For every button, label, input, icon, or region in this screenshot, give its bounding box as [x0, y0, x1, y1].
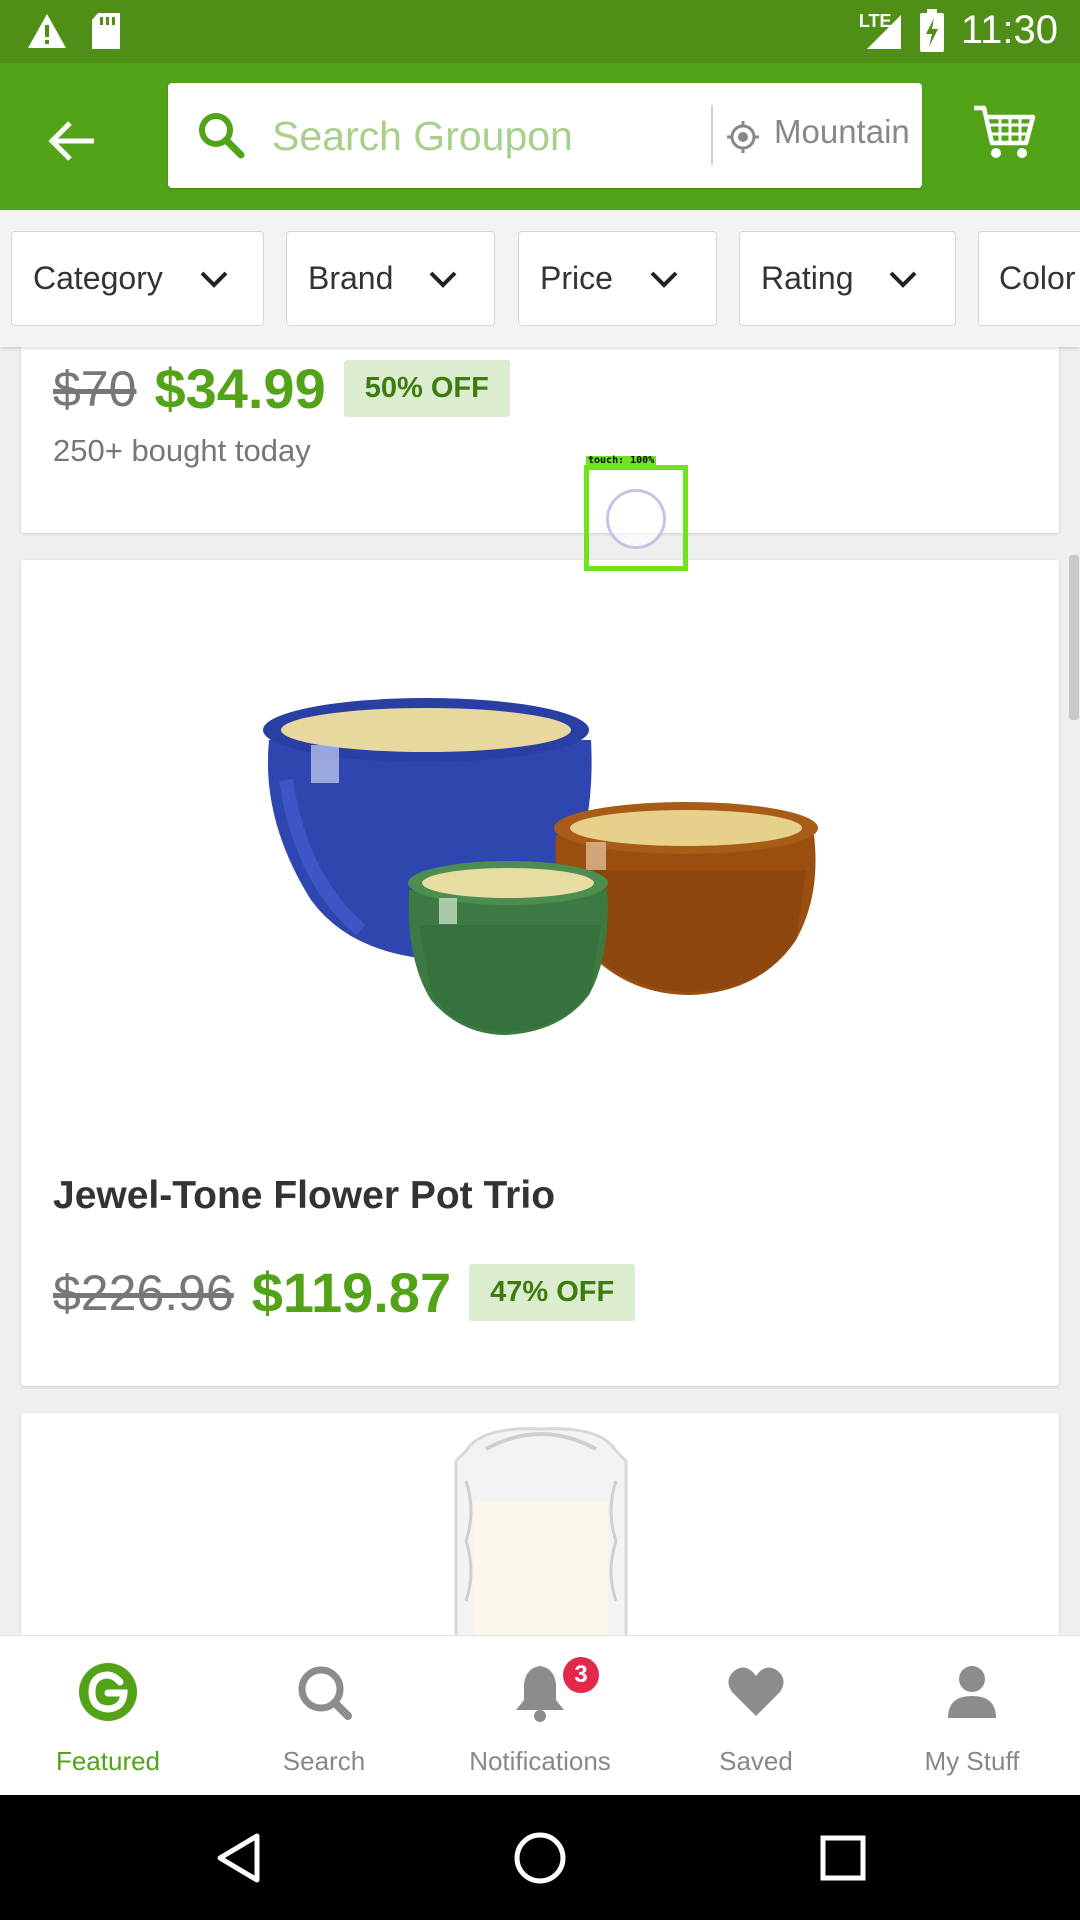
touch-point [606, 489, 666, 549]
cart-button[interactable] [972, 103, 1044, 175]
bought-count: 250+ bought today [53, 433, 311, 468]
cart-icon [974, 105, 1036, 158]
nav-notifications-label: Notifications [469, 1746, 611, 1776]
deal-image [454, 1427, 628, 1646]
discount-badge: 47% OFF [469, 1264, 636, 1321]
filter-price-label: Price [540, 260, 613, 296]
location-target-icon[interactable] [726, 120, 760, 154]
discount-badge: 50% OFF [343, 360, 510, 417]
heart-icon [728, 1667, 784, 1716]
nav-notifications[interactable]: 3 Notifications [432, 1636, 648, 1796]
clock: 11:30 [960, 8, 1058, 52]
bottom-nav: Featured Search 3 Notifications Saved My… [0, 1635, 1080, 1795]
person-icon [948, 1666, 996, 1718]
groupon-g-icon [79, 1663, 137, 1721]
nav-search[interactable]: Search [216, 1636, 432, 1796]
warning-icon [28, 14, 66, 48]
filter-color-label: Color [999, 260, 1076, 296]
sale-price: $119.87 [251, 1261, 452, 1324]
original-price: $226.96 [53, 1264, 234, 1321]
deal-title: Jewel-Tone Flower Pot Trio [53, 1174, 556, 1217]
filter-rating[interactable]: Rating [739, 231, 956, 326]
filter-color[interactable]: Color [978, 231, 1080, 326]
filter-bar: Category Brand Price Rating Color [0, 210, 1080, 347]
filter-category-label: Category [33, 260, 163, 296]
nav-featured-label: Featured [55, 1746, 161, 1776]
search-icon [199, 113, 245, 159]
app-bar: Mountain View [0, 63, 1080, 210]
green-pot [408, 861, 608, 1035]
chevron-down-icon [429, 271, 457, 288]
filter-rating-label: Rating [761, 260, 854, 296]
search-input[interactable] [272, 107, 712, 165]
sale-price: $34.99 [154, 357, 326, 420]
price-row: $70 $34.99 50% OFF [53, 356, 510, 421]
nav-my-stuff-label: My Stuff [924, 1746, 1020, 1776]
triangle-back-icon [217, 1833, 260, 1883]
touch-indicator-label: touch: 100% [586, 455, 657, 466]
original-price: $70 [53, 360, 137, 417]
status-bar: LTE 11:30 [0, 0, 1080, 63]
location-label[interactable]: Mountain View [774, 113, 908, 151]
circle-home-icon [514, 1832, 566, 1884]
nav-saved[interactable]: Saved [648, 1636, 864, 1796]
search-bar[interactable]: Mountain View [168, 83, 922, 188]
back-arrow-icon [48, 121, 94, 161]
deal-card[interactable]: Jewel-Tone Flower Pot Trio $226.96 $119.… [21, 560, 1059, 1386]
nav-featured[interactable]: Featured [0, 1636, 216, 1796]
filter-price[interactable]: Price [518, 231, 717, 326]
chevron-down-icon [200, 271, 228, 288]
nav-my-stuff[interactable]: My Stuff [864, 1636, 1080, 1796]
filter-brand[interactable]: Brand [286, 231, 495, 326]
back-button[interactable] [36, 105, 108, 177]
chevron-down-icon [889, 271, 917, 288]
price-row: $226.96 $119.87 47% OFF [53, 1260, 636, 1325]
battery-charging-icon [919, 8, 944, 52]
sd-card-icon [92, 13, 120, 49]
search-icon [298, 1666, 352, 1720]
system-navigation-bar [0, 1795, 1080, 1920]
nav-search-label: Search [282, 1746, 366, 1776]
deal-image [263, 698, 818, 1035]
scrollbar[interactable] [1069, 555, 1079, 720]
filter-brand-label: Brand [308, 260, 394, 296]
nav-saved-label: Saved [719, 1746, 793, 1776]
filter-category[interactable]: Category [11, 231, 264, 326]
square-recents-icon [820, 1835, 866, 1881]
search-divider [711, 105, 713, 165]
system-home-button[interactable] [500, 1823, 580, 1893]
system-recents-button[interactable] [803, 1823, 883, 1893]
notification-badge: 3 [560, 1654, 602, 1696]
system-back-button[interactable] [198, 1823, 278, 1893]
signal-icon: LTE [859, 11, 903, 51]
chevron-down-icon [650, 271, 678, 288]
